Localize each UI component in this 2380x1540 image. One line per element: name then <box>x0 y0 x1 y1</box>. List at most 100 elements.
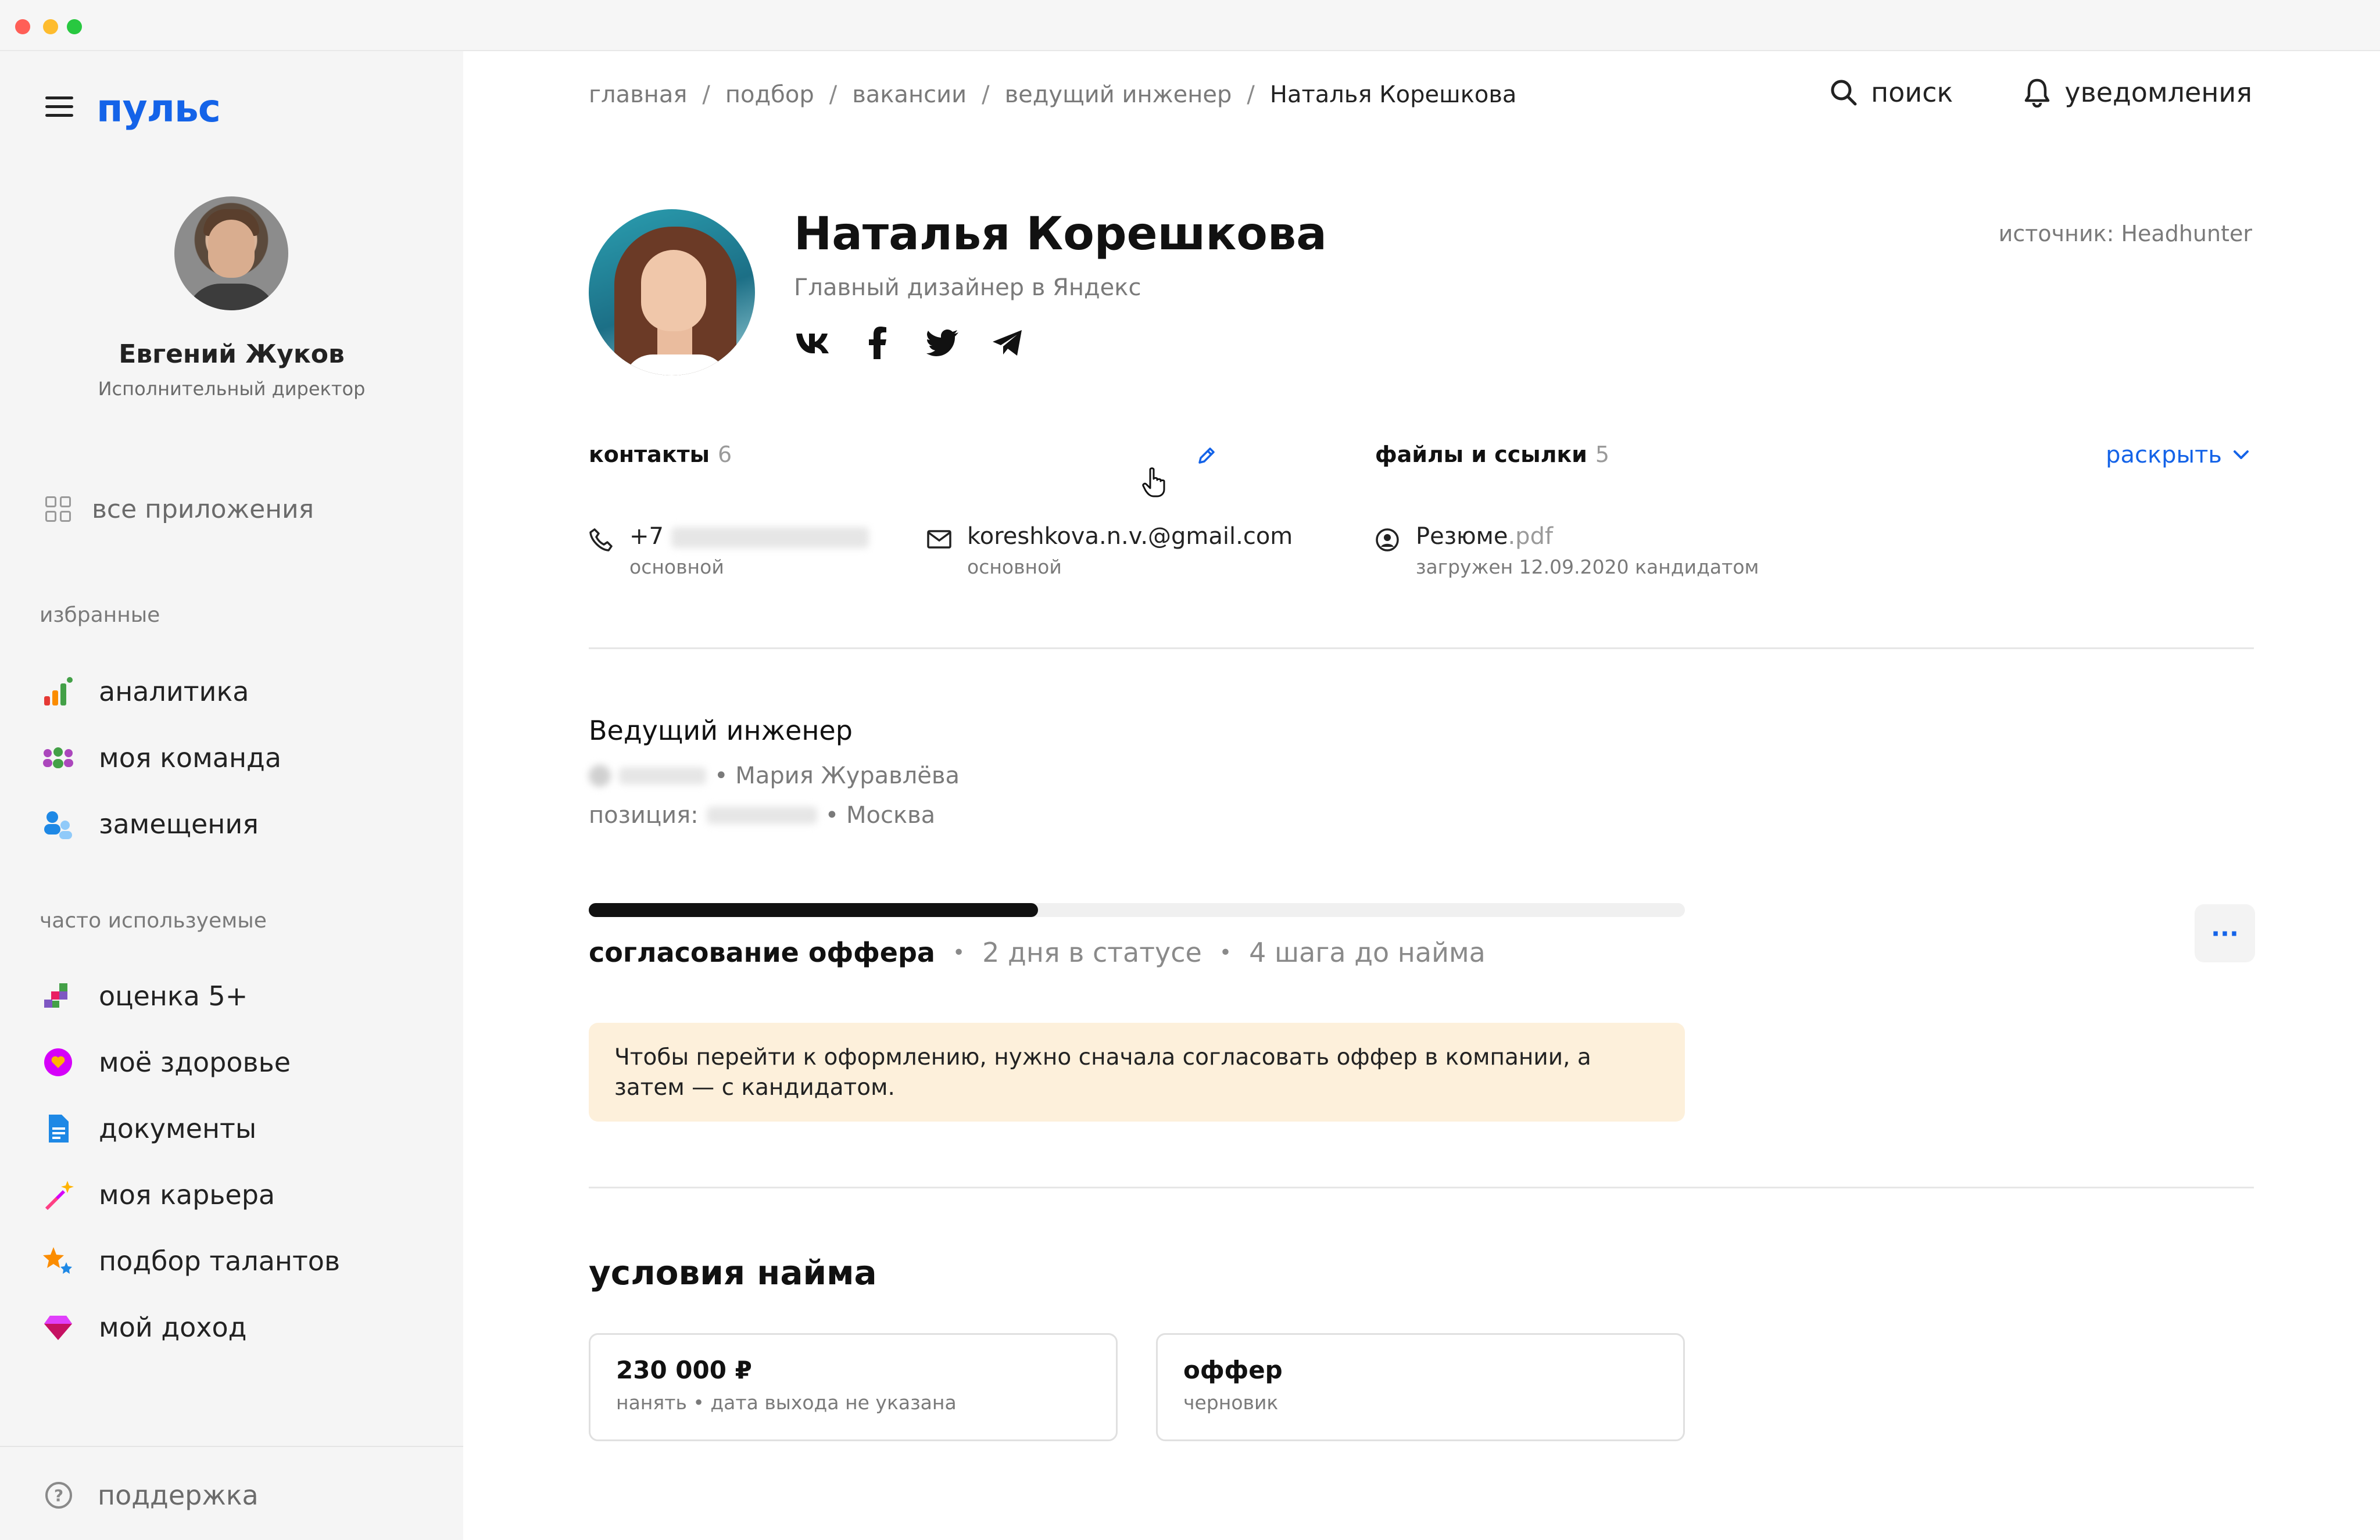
chart-icon <box>42 675 74 708</box>
twitter-icon[interactable] <box>924 324 961 361</box>
sidebar: пульс Евгений Жуков Исполнительный дирек… <box>0 51 463 1540</box>
breadcrumb-item-recruiting[interactable]: подбор <box>725 81 814 108</box>
telegram-icon[interactable] <box>989 324 1026 361</box>
sidebar-item-label: моя команда <box>99 742 282 773</box>
sidebar-item-label: подбор талантов <box>99 1245 341 1277</box>
menu-icon[interactable] <box>45 96 73 117</box>
status-steps: 4 шага до найма <box>1249 937 1486 968</box>
divider <box>589 647 2254 649</box>
status-days: 2 дня в статусе <box>982 937 1202 968</box>
resume-ext: .pdf <box>1508 523 1554 550</box>
candidate-photo <box>589 209 755 375</box>
email-value: koreshkova.n.v.@gmail.com <box>967 523 1293 550</box>
vacancy-position-row: позиция: • Москва <box>589 802 935 829</box>
bell-icon <box>2025 78 2050 108</box>
sidebar-item-rating[interactable]: оценка 5+ <box>42 979 248 1013</box>
support-link[interactable]: ? поддержка <box>45 1480 259 1511</box>
sidebar-item-label: моя карьера <box>99 1179 275 1210</box>
income-icon <box>42 1311 74 1344</box>
phone-label: основной <box>629 556 724 578</box>
contacts-title: контакты <box>589 442 710 467</box>
offer-card[interactable]: оффер черновик <box>1156 1333 1685 1441</box>
hiring-progress-bar <box>589 903 1685 917</box>
sidebar-footer: ? поддержка <box>0 1446 463 1540</box>
sidebar-item-income[interactable]: мой доход <box>42 1310 246 1345</box>
vacancy-id-blurred <box>619 767 706 785</box>
files-title: файлы и ссылки <box>1375 442 1587 467</box>
social-links <box>794 324 1054 361</box>
email-contact[interactable]: koreshkova.n.v.@gmail.com основной <box>926 523 1293 578</box>
more-options-button[interactable]: ··· <box>2195 904 2255 962</box>
chevron-down-icon <box>2234 450 2249 459</box>
expand-label: раскрыть <box>2106 442 2222 468</box>
facebook-icon[interactable] <box>859 324 896 361</box>
user-role: Исполнительный директор <box>98 378 366 400</box>
status-stage: согласование оффера <box>589 937 935 968</box>
breadcrumb-item-current: Наталья Корешкова <box>1269 81 1517 108</box>
notifications-button[interactable]: уведомления <box>2023 77 2252 108</box>
files-count: 5 <box>1595 442 1610 467</box>
recruiter-name: • Мария Журавлёва <box>714 762 960 789</box>
frequent-title: часто используемые <box>40 909 267 933</box>
vk-icon[interactable] <box>794 324 831 361</box>
title-bar <box>0 0 2380 51</box>
offer-value: оффер <box>1183 1356 1283 1384</box>
offer-notice: Чтобы перейти к оформлению, нужно сначал… <box>589 1023 1685 1122</box>
sidebar-item-health[interactable]: моё здоровье <box>42 1045 291 1080</box>
sidebar-item-documents[interactable]: документы <box>42 1111 256 1146</box>
team-icon <box>42 742 74 774</box>
search-button[interactable]: поиск <box>1829 77 1953 108</box>
mail-icon <box>926 528 952 578</box>
phone-contact[interactable]: +7 основной <box>589 523 869 578</box>
grid-icon <box>45 496 71 522</box>
document-icon <box>42 1112 74 1145</box>
salary-note: нанять • дата выхода не указана <box>616 1391 957 1414</box>
breadcrumb-item-vacancies[interactable]: вакансии <box>852 81 967 108</box>
hand-cursor-icon <box>1142 467 1168 501</box>
sidebar-item-talents[interactable]: подбор талантов <box>42 1244 340 1278</box>
breadcrumb: главная / подбор / вакансии / ведущий ин… <box>589 81 1517 108</box>
notifications-label: уведомления <box>2064 77 2252 108</box>
status-row: согласование оффера • 2 дня в статусе • … <box>589 937 1486 968</box>
breadcrumb-item-vacancy[interactable]: ведущий инженер <box>1005 81 1232 108</box>
main-content: главная / подбор / вакансии / ведущий ин… <box>463 51 2380 1540</box>
sidebar-item-label: документы <box>99 1113 257 1144</box>
phone-number-blurred <box>671 527 869 548</box>
salary-value: 230 000 ₽ <box>616 1356 752 1384</box>
phone-icon <box>589 528 614 578</box>
resume-note: загружен 12.09.2020 кандидатом <box>1416 556 1759 578</box>
user-circle-icon <box>1375 528 1401 578</box>
sidebar-item-label: замещения <box>99 808 259 840</box>
career-icon <box>42 1179 74 1211</box>
email-label: основной <box>967 556 1062 578</box>
minimize-window-button[interactable] <box>43 19 58 34</box>
app-window: пульс Евгений Жуков Исполнительный дирек… <box>0 0 2380 1540</box>
sidebar-item-analytics[interactable]: аналитика <box>42 674 249 709</box>
maximize-window-button[interactable] <box>67 19 82 34</box>
app-logo[interactable]: пульс <box>96 86 221 131</box>
sidebar-item-team[interactable]: моя команда <box>42 740 281 775</box>
expand-button[interactable]: раскрыть <box>2106 442 2250 468</box>
offer-note: черновик <box>1183 1391 1279 1414</box>
candidate-name: Наталья Корешкова <box>794 208 1327 260</box>
substitution-icon <box>42 808 74 840</box>
sidebar-item-career[interactable]: моя карьера <box>42 1177 275 1212</box>
all-apps-label: все приложения <box>92 494 314 524</box>
user-avatar[interactable] <box>174 196 288 310</box>
candidate-source: источник: Headhunter <box>1998 221 2252 246</box>
favorites-title: избранные <box>40 603 160 627</box>
edit-contacts-icon[interactable] <box>1196 445 1217 468</box>
talent-icon <box>42 1245 74 1277</box>
resume-file[interactable]: Резюме.pdf загружен 12.09.2020 кандидато… <box>1375 523 1759 578</box>
close-window-button[interactable] <box>15 19 30 34</box>
salary-card[interactable]: 230 000 ₽ нанять • дата выхода не указан… <box>589 1333 1118 1441</box>
sidebar-item-label: моё здоровье <box>99 1047 291 1078</box>
divider <box>589 1187 2254 1188</box>
sidebar-item-label: оценка 5+ <box>99 980 248 1012</box>
phone-prefix: +7 <box>629 523 664 550</box>
breadcrumb-item-home[interactable]: главная <box>589 81 687 108</box>
vacancy-recruiter-row: • Мария Журавлёва <box>589 762 960 789</box>
all-apps-link[interactable]: все приложения <box>45 493 314 525</box>
sidebar-item-substitutions[interactable]: замещения <box>42 807 259 841</box>
vacancy-title[interactable]: Ведущий инженер <box>589 715 853 746</box>
